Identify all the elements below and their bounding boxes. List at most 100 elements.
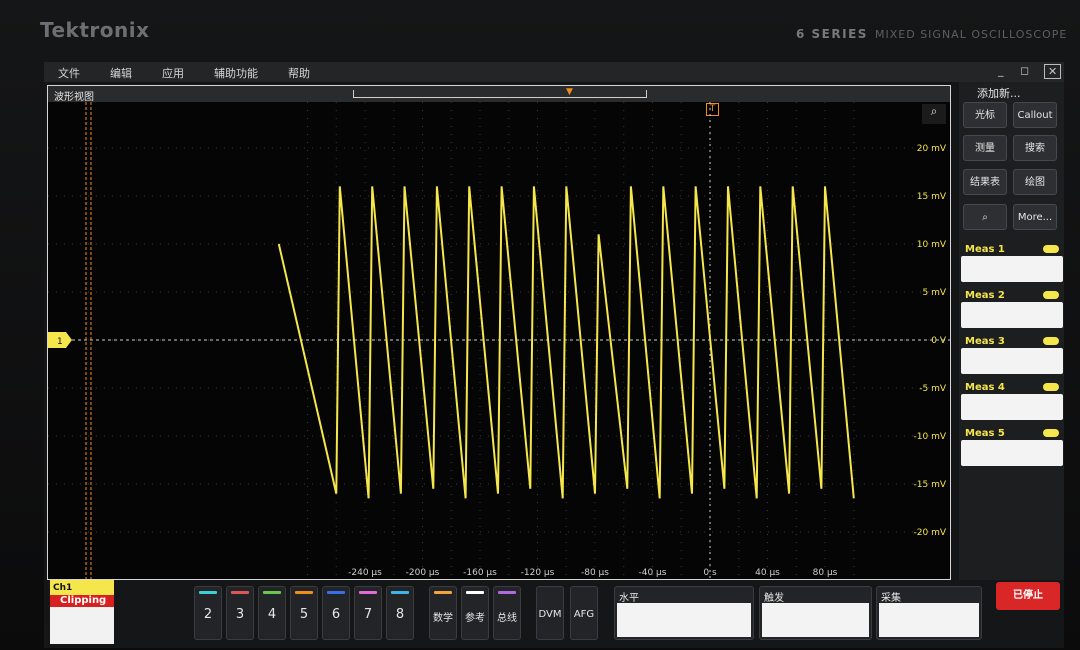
math-color-bar [434, 591, 452, 594]
meas-value-box [961, 440, 1063, 466]
settings-bar: Ch1 Clipping 2 3 4 5 6 7 8 数学 参考 总线 DVM … [44, 580, 1064, 648]
meas-label: Meas 3 [965, 336, 1005, 347]
channel-number: 5 [299, 607, 309, 622]
record-view-bracket[interactable] [353, 90, 647, 98]
close-icon[interactable]: ✕ [1044, 64, 1062, 79]
waveform-view: 波形视图 ▼ T ⌕ 1 -240 µs -200 µs -160 µs -120 µs… [47, 85, 951, 580]
channel-3-button[interactable]: 3 [226, 586, 254, 640]
meas-toggle[interactable] [1043, 383, 1059, 391]
channel-number: 7 [363, 607, 373, 622]
channel-2-button[interactable]: 2 [194, 586, 222, 640]
zoom-button[interactable]: ⌕ [963, 204, 1007, 230]
ref-button[interactable]: 参考 [461, 586, 489, 640]
x-tick-label: -160 µs [463, 568, 497, 578]
trigger-body [762, 603, 869, 637]
afg-button[interactable]: AFG [570, 586, 598, 640]
trigger-badge[interactable]: 触发 [759, 586, 872, 640]
ch1-ground-marker: 1 [48, 332, 72, 348]
meas-badge-4[interactable]: Meas 4 [961, 382, 1063, 422]
math-button[interactable]: 数学 [429, 586, 457, 640]
bus-button[interactable]: 总线 [493, 586, 521, 640]
meas-value-box [961, 302, 1063, 328]
channel-color-bar [231, 591, 249, 594]
menu-file[interactable]: 文件 [58, 65, 80, 81]
y-tick-label: 5 mV [922, 288, 946, 298]
x-tick-label: -80 µs [581, 568, 609, 578]
menu-accessibility[interactable]: 辅助功能 [214, 65, 258, 81]
cursor-button[interactable]: 光标 [963, 102, 1007, 128]
meas-toggle[interactable] [1043, 245, 1059, 253]
meas-label: Meas 4 [965, 382, 1005, 393]
callout-button[interactable]: Callout [1013, 102, 1057, 128]
measure-button[interactable]: 测量 [963, 135, 1007, 161]
meas-value-box [961, 394, 1063, 420]
meas-badge-5[interactable]: Meas 5 [961, 428, 1063, 468]
oscilloscope-bezel: Tektronix 6 SERIES MIXED SIGNAL OSCILLOS… [0, 0, 1080, 650]
meas-toggle[interactable] [1043, 429, 1059, 437]
menu-utility[interactable]: 应用 [162, 65, 184, 81]
channel-5-button[interactable]: 5 [290, 586, 318, 640]
channel-6-button[interactable]: 6 [322, 586, 350, 640]
channel-8-button[interactable]: 8 [386, 586, 414, 640]
menu-help[interactable]: 帮助 [288, 65, 310, 81]
math-label: 数学 [433, 613, 453, 624]
meas-label: Meas 1 [965, 244, 1005, 255]
zoom-icon: ⌕ [982, 212, 988, 223]
results-table-button[interactable]: 结果表 [963, 169, 1007, 195]
y-tick-label: 10 mV [917, 240, 947, 250]
dvm-button[interactable]: DVM [536, 586, 564, 640]
y-tick-label: 15 mV [917, 192, 947, 202]
acquire-badge[interactable]: 采集 [876, 586, 982, 640]
meas-value-box [961, 256, 1063, 282]
menu-edit[interactable]: 编辑 [110, 65, 132, 81]
x-tick-label: 40 µs [755, 568, 780, 578]
restore-icon[interactable]: ◻ [1020, 64, 1029, 77]
trigger-title: 触发 [764, 593, 784, 604]
ref-color-bar [466, 591, 484, 594]
run-stop-button[interactable]: 已停止 [996, 582, 1060, 610]
meas-toggle[interactable] [1043, 291, 1059, 299]
channel-4-button[interactable]: 4 [258, 586, 286, 640]
x-tick-label: -40 µs [639, 568, 667, 578]
channel-color-bar [295, 591, 313, 594]
y-tick-label: -10 mV [914, 432, 947, 442]
clipping-warning: Clipping [50, 595, 114, 607]
y-tick-label: -15 mV [914, 480, 947, 490]
more-button[interactable]: More... [1013, 204, 1057, 230]
meas-toggle[interactable] [1043, 337, 1059, 345]
bus-color-bar [498, 591, 516, 594]
waveform-plot[interactable]: 1 -240 µs -200 µs -160 µs -120 µs -80 µs -40 µ… [48, 102, 950, 579]
channel-color-bar [391, 591, 409, 594]
ch1-badge[interactable]: Ch1 Clipping [50, 580, 114, 644]
channel-number: 8 [395, 607, 405, 622]
acquire-body [879, 603, 979, 637]
channel-color-bar [359, 591, 377, 594]
minimize-icon[interactable]: _ [998, 64, 1004, 77]
channel-color-bar [263, 591, 281, 594]
channel-number: 3 [235, 607, 245, 622]
search-button[interactable]: 搜索 [1013, 135, 1057, 161]
record-position-marker-icon[interactable]: ▼ [566, 87, 573, 97]
ch1-marker-label: 1 [57, 337, 63, 347]
horizontal-title: 水平 [619, 593, 639, 604]
meas-badge-3[interactable]: Meas 3 [961, 336, 1063, 376]
meas-badge-1[interactable]: Meas 1 [961, 244, 1063, 284]
channel-7-button[interactable]: 7 [354, 586, 382, 640]
x-tick-label: -200 µs [406, 568, 440, 578]
bus-label: 总线 [497, 613, 517, 624]
model-series: 6 SERIES [796, 27, 868, 41]
afg-label: AFG [573, 609, 595, 620]
channel-color-bar [199, 591, 217, 594]
channel-number: 6 [331, 607, 341, 622]
y-tick-label: -5 mV [919, 384, 947, 394]
channel-color-bar [327, 591, 345, 594]
meas-badge-2[interactable]: Meas 2 [961, 290, 1063, 330]
meas-label: Meas 5 [965, 428, 1005, 439]
plot-button[interactable]: 绘图 [1013, 169, 1057, 195]
meas-value-box [961, 348, 1063, 374]
y-tick-label: 20 mV [917, 144, 947, 154]
model-description: MIXED SIGNAL OSCILLOSCOPE [875, 28, 1068, 41]
waveform-view-titlebar: 波形视图 ▼ [48, 86, 950, 103]
horizontal-badge[interactable]: 水平 [614, 586, 754, 640]
add-new-title: 添加新... [977, 87, 1021, 100]
